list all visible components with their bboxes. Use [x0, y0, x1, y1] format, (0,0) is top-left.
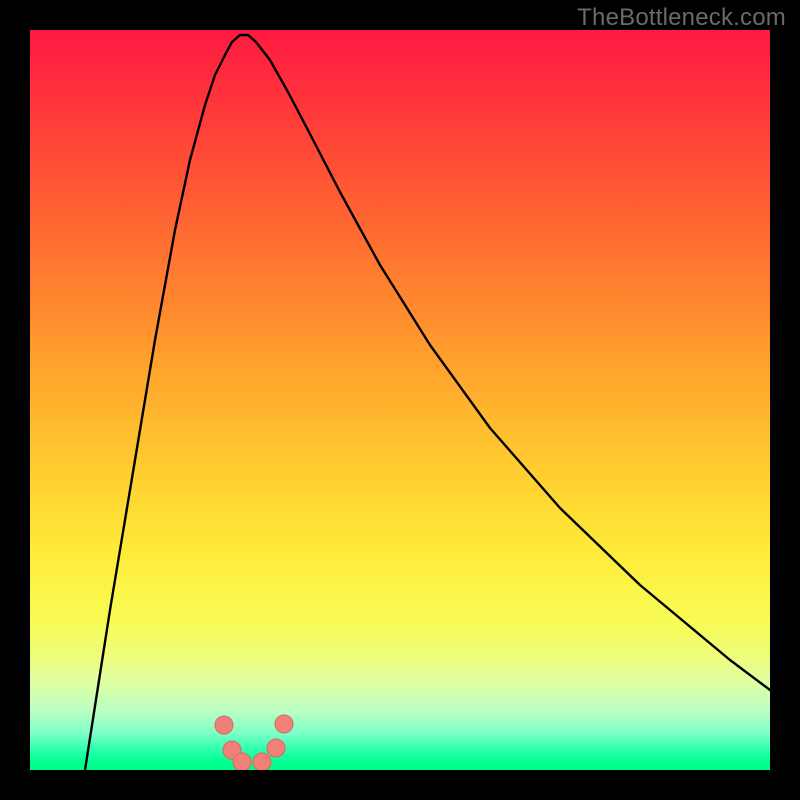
- chart-stage: TheBottleneck.com: [0, 0, 800, 800]
- marker-right-lower: [267, 739, 285, 757]
- marker-left-upper: [215, 716, 233, 734]
- marker-trough-right: [253, 753, 271, 770]
- watermark-text: TheBottleneck.com: [577, 4, 786, 32]
- plot-area: [30, 30, 770, 770]
- marker-trough-left: [233, 753, 251, 770]
- curve-layer: [30, 30, 770, 770]
- bottleneck-curve: [85, 35, 770, 770]
- marker-group: [215, 715, 293, 770]
- marker-right-upper: [275, 715, 293, 733]
